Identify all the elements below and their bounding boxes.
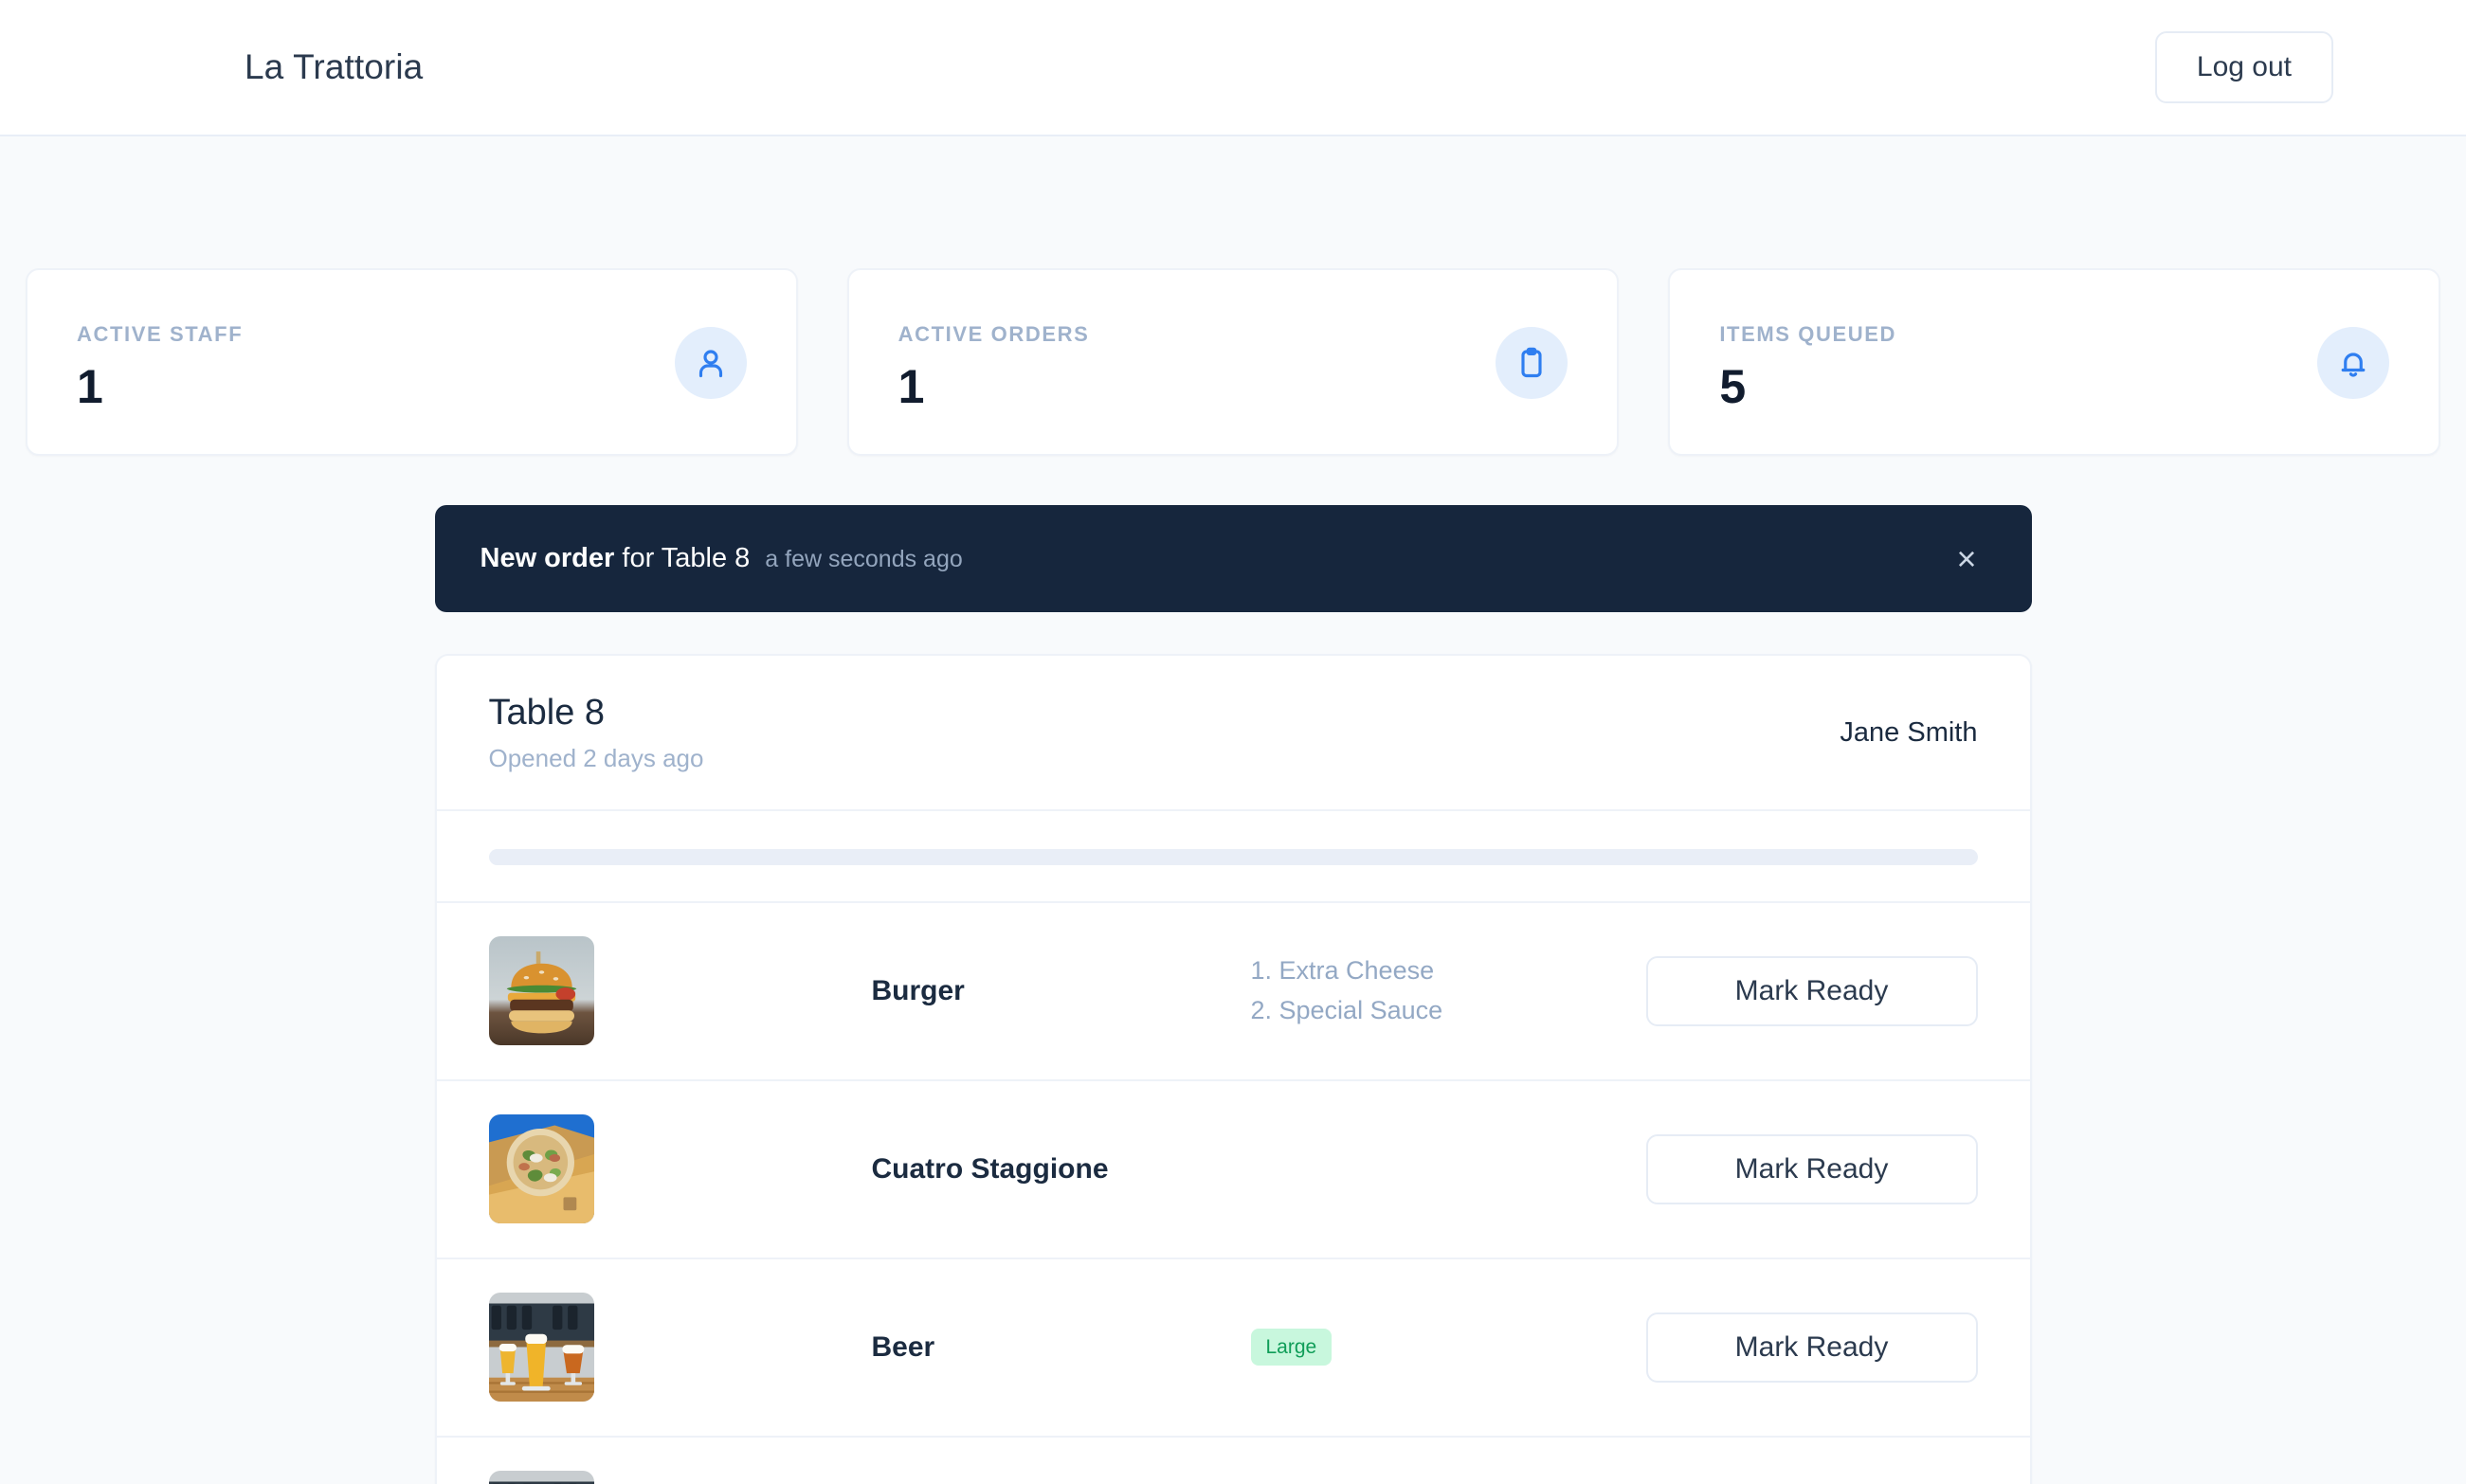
order-header-left: Table 8 Opened 2 days ago xyxy=(489,693,704,773)
bell-icon xyxy=(2317,327,2390,399)
mark-ready-button[interactable]: Mark Ready xyxy=(1645,1133,1978,1204)
banner-strong-text: New order xyxy=(480,543,615,573)
order-card: Table 8 Opened 2 days ago Jane Smith Bur… xyxy=(434,654,2032,1484)
order-item-row: Cuatro Staggione Mark Ready xyxy=(436,1081,2030,1259)
stat-text-group: ACTIVE STAFF 1 xyxy=(77,319,243,410)
stat-label: ACTIVE STAFF xyxy=(77,322,244,346)
mark-ready-button[interactable]: Mark Ready xyxy=(1645,1312,1978,1383)
item-name: Burger xyxy=(871,974,965,1006)
order-item-row: Beer Large Mark Ready xyxy=(436,1259,2030,1438)
stat-value: 1 xyxy=(77,360,103,413)
stat-value: 1 xyxy=(898,360,925,413)
status-badge: Large xyxy=(1250,1329,1333,1366)
new-order-banner: New order for Table 8 a few seconds ago × xyxy=(434,505,2032,612)
order-opened-time: Opened 2 days ago xyxy=(488,743,704,772)
order-card-header: Table 8 Opened 2 days ago Jane Smith xyxy=(436,656,2030,811)
pizza-photo xyxy=(488,1114,594,1224)
stat-label: ITEMS QUEUED xyxy=(1719,322,1897,346)
item-modifiers: Large xyxy=(1250,1329,1646,1366)
stat-text-group: ACTIVE ORDERS 1 xyxy=(898,319,1090,410)
beer-photo xyxy=(488,1293,594,1403)
progress-track xyxy=(488,848,1978,865)
stat-card-items-queued: ITEMS QUEUED 5 xyxy=(1668,268,2441,456)
item-modifiers: 1. Extra Cheese 2. Special Sauce xyxy=(1251,956,1646,1025)
user-icon xyxy=(674,327,747,399)
stat-card-active-staff: ACTIVE STAFF 1 xyxy=(26,268,798,456)
main-column: New order for Table 8 a few seconds ago ×… xyxy=(434,456,2032,1484)
order-item-row: Beer Large Mark Ready xyxy=(437,1438,2030,1484)
order-title: Table 8 xyxy=(488,693,606,733)
brand-title: La Trattoria xyxy=(245,47,424,86)
banner-message: New order for Table 8 a few seconds ago xyxy=(481,543,963,574)
clipboard-icon xyxy=(1496,327,1568,399)
mark-ready-button[interactable]: Mark Ready xyxy=(1645,955,1978,1026)
beer-photo xyxy=(488,1471,594,1484)
stats-row: ACTIVE STAFF 1 ACTIVE ORDERS 1 ITEMS QUE… xyxy=(0,136,2466,456)
modifier-line: 1. Extra Cheese xyxy=(1250,956,1435,986)
item-name: Beer xyxy=(871,1330,935,1363)
order-staff-name: Jane Smith xyxy=(1840,716,1978,748)
stat-label: ACTIVE ORDERS xyxy=(898,322,1090,346)
top-navbar: La Trattoria Log out xyxy=(0,0,2466,136)
modifier-line: 2. Special Sauce xyxy=(1250,996,1443,1025)
banner-rest-text: for Table 8 xyxy=(614,543,751,573)
burger-photo xyxy=(488,936,594,1046)
order-item-row: Burger 1. Extra Cheese 2. Special Sauce … xyxy=(436,903,2030,1081)
stat-card-active-orders: ACTIVE ORDERS 1 xyxy=(846,268,1620,456)
logout-button[interactable]: Log out xyxy=(2154,31,2333,103)
stat-text-group: ITEMS QUEUED 5 xyxy=(1719,319,1896,410)
banner-timestamp: a few seconds ago xyxy=(765,546,963,572)
order-progress xyxy=(436,811,2030,903)
close-icon[interactable]: × xyxy=(1947,538,1985,580)
item-name: Cuatro Staggione xyxy=(871,1152,1109,1185)
stat-value: 5 xyxy=(1719,360,1747,413)
